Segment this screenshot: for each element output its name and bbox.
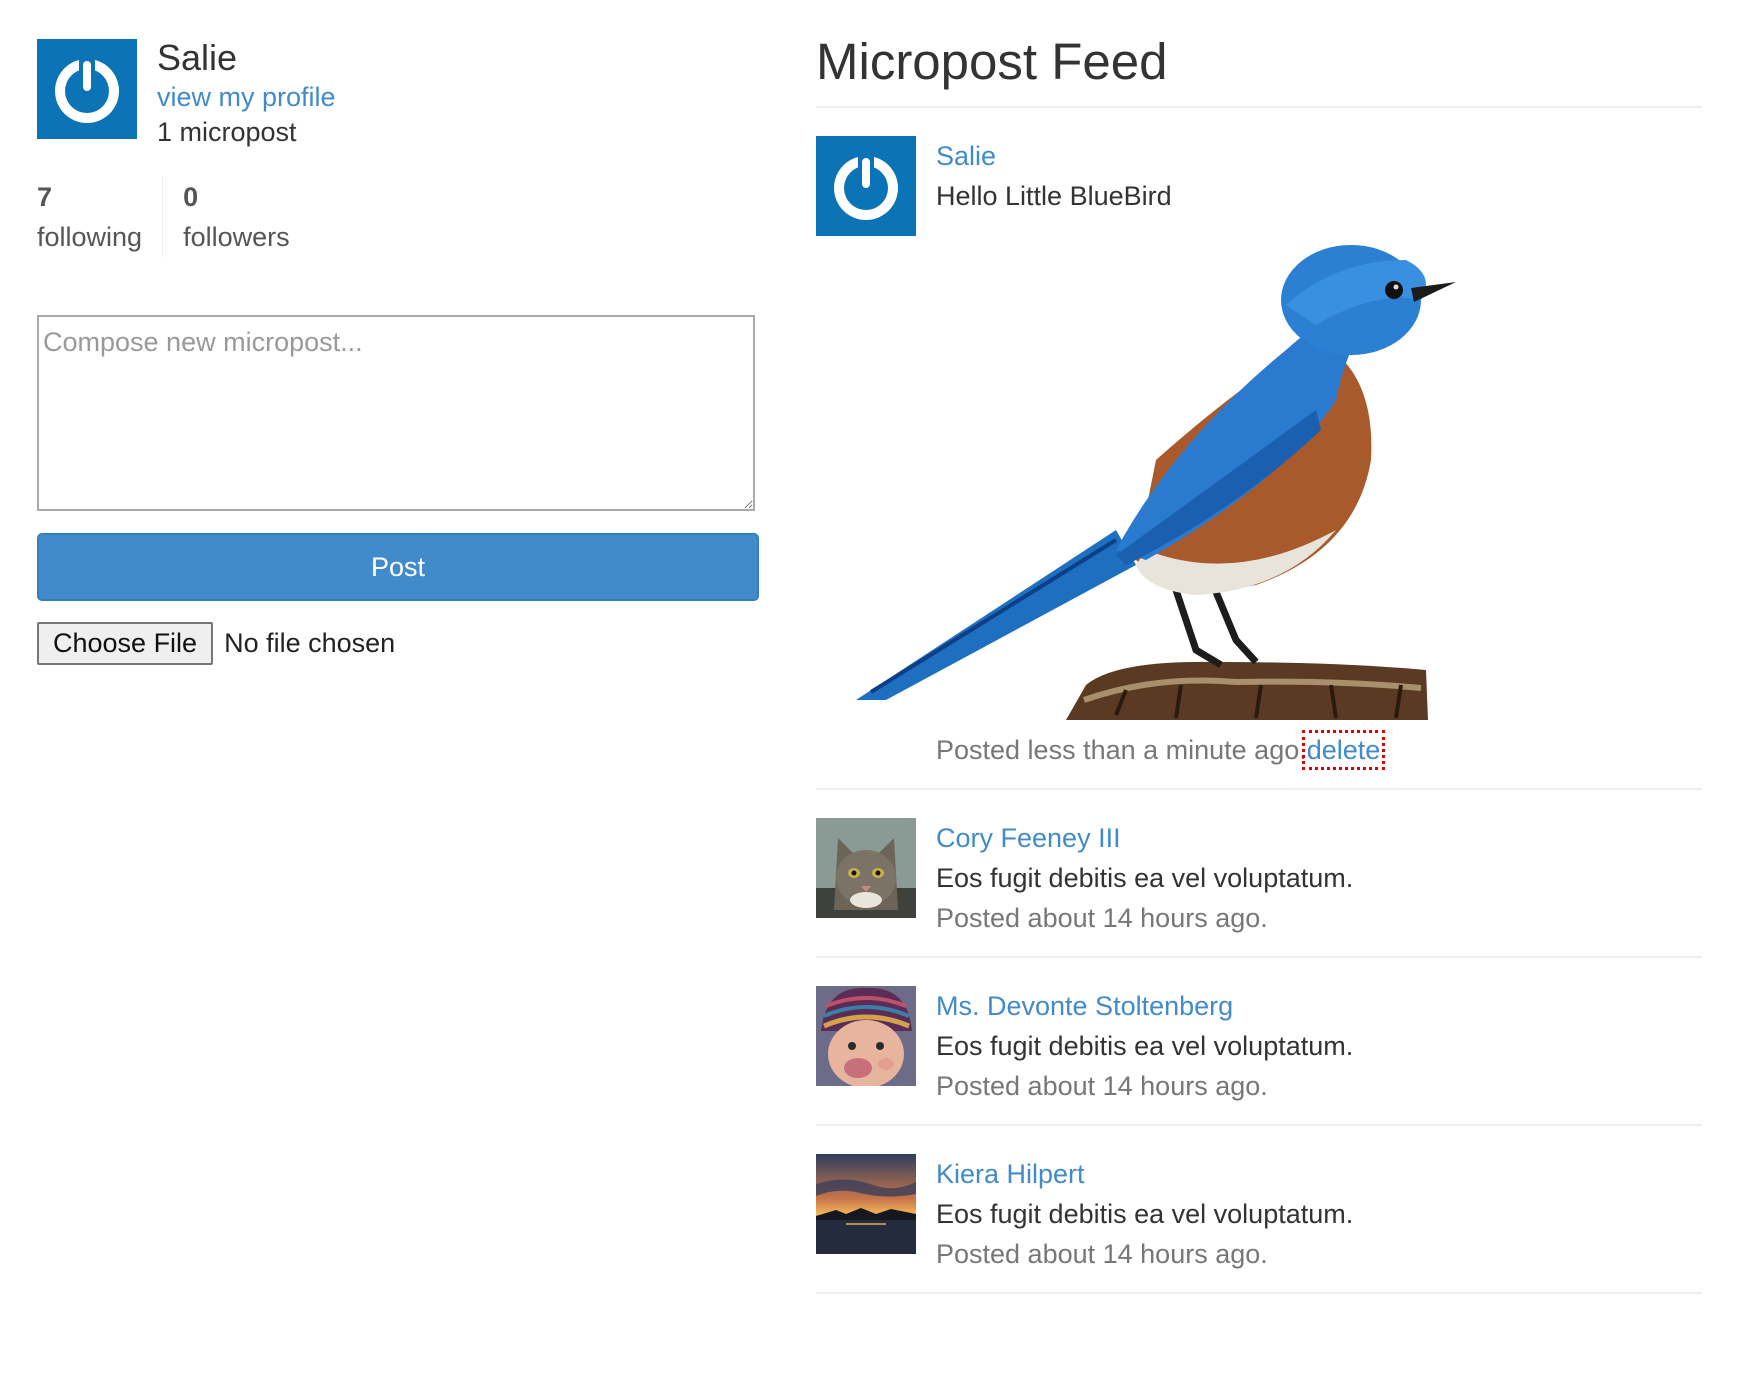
feed-item-timestamp: Posted about 14 hours ago. bbox=[936, 1239, 1268, 1269]
feed-item-timestamp: Posted less than a minute ago. bbox=[936, 735, 1307, 765]
feed-item-content: Hello Little BlueBird bbox=[936, 181, 1172, 211]
feed-title: Micropost Feed bbox=[816, 30, 1702, 108]
followers-label: followers bbox=[183, 222, 290, 252]
user-avatar[interactable] bbox=[37, 39, 137, 139]
micropost-image bbox=[816, 230, 1496, 730]
feed-item-timestamp: Posted about 14 hours ago. bbox=[936, 1071, 1268, 1101]
feed-item: Salie Hello Little BlueBird Posted less … bbox=[816, 108, 1702, 790]
feed-item-avatar[interactable] bbox=[816, 986, 916, 1086]
bluebird-image bbox=[856, 245, 1456, 720]
file-upload: Choose File No file chosen bbox=[37, 622, 761, 665]
followers-count: 0 bbox=[183, 182, 199, 212]
feed-item-content: Eos fugit debitis ea vel voluptatum. bbox=[936, 1031, 1354, 1061]
feed-item: Cory Feeney III Eos fugit debitis ea vel… bbox=[816, 790, 1702, 958]
user-sidebar: Salie view my profile 1 micropost 7 foll… bbox=[37, 37, 761, 665]
feed-item-content: Eos fugit debitis ea vel voluptatum. bbox=[936, 863, 1354, 893]
following-count: 7 bbox=[37, 182, 53, 212]
feed-item-user-link[interactable]: Kiera Hilpert bbox=[936, 1154, 1702, 1194]
feed-item-user-link[interactable]: Cory Feeney III bbox=[936, 818, 1702, 858]
feed-item-user-link[interactable]: Ms. Devonte Stoltenberg bbox=[936, 986, 1702, 1026]
compose-micropost-input[interactable] bbox=[37, 315, 755, 511]
cat-photo-icon bbox=[816, 818, 916, 918]
view-profile-link[interactable]: view my profile bbox=[157, 79, 336, 115]
followers-stat[interactable]: 0 followers bbox=[162, 177, 310, 257]
feed-item-content: Eos fugit debitis ea vel voluptatum. bbox=[936, 1199, 1354, 1229]
feed-item: Ms. Devonte Stoltenberg Eos fugit debiti… bbox=[816, 958, 1702, 1126]
user-stats: 7 following 0 followers bbox=[37, 177, 761, 257]
file-status: No file chosen bbox=[224, 628, 396, 658]
baby-photo-icon bbox=[816, 986, 916, 1086]
feed-item-timestamp: Posted about 14 hours ago. bbox=[936, 903, 1268, 933]
following-stat[interactable]: 7 following bbox=[37, 177, 162, 257]
post-button[interactable]: Post bbox=[37, 533, 759, 601]
feed-item: Kiera Hilpert Eos fugit debitis ea vel v… bbox=[816, 1126, 1702, 1294]
user-info: Salie view my profile 1 micropost bbox=[37, 37, 761, 149]
micropost-feed: Salie Hello Little BlueBird Posted less … bbox=[816, 108, 1702, 1294]
choose-file-button[interactable]: Choose File bbox=[37, 622, 214, 665]
power-icon bbox=[816, 136, 916, 236]
feed-item-avatar[interactable] bbox=[816, 136, 916, 236]
power-icon bbox=[37, 39, 137, 139]
feed-item-user-link[interactable]: Salie bbox=[936, 136, 1702, 176]
feed-item-avatar[interactable] bbox=[816, 818, 916, 918]
micropost-feed-section: Micropost Feed Salie Hello Little BlueBi… bbox=[816, 30, 1702, 1294]
feed-item-avatar[interactable] bbox=[816, 1154, 916, 1254]
sunset-photo-icon bbox=[816, 1154, 916, 1254]
user-name: Salie bbox=[157, 37, 238, 78]
micropost-count: 1 micropost bbox=[157, 117, 297, 147]
delete-micropost-link[interactable]: delete bbox=[1301, 730, 1386, 770]
feed-item-meta: Posted less than a minute ago.delete bbox=[936, 730, 1702, 770]
micropost-form: Post Choose File No file chosen bbox=[37, 315, 761, 665]
following-label: following bbox=[37, 222, 143, 252]
